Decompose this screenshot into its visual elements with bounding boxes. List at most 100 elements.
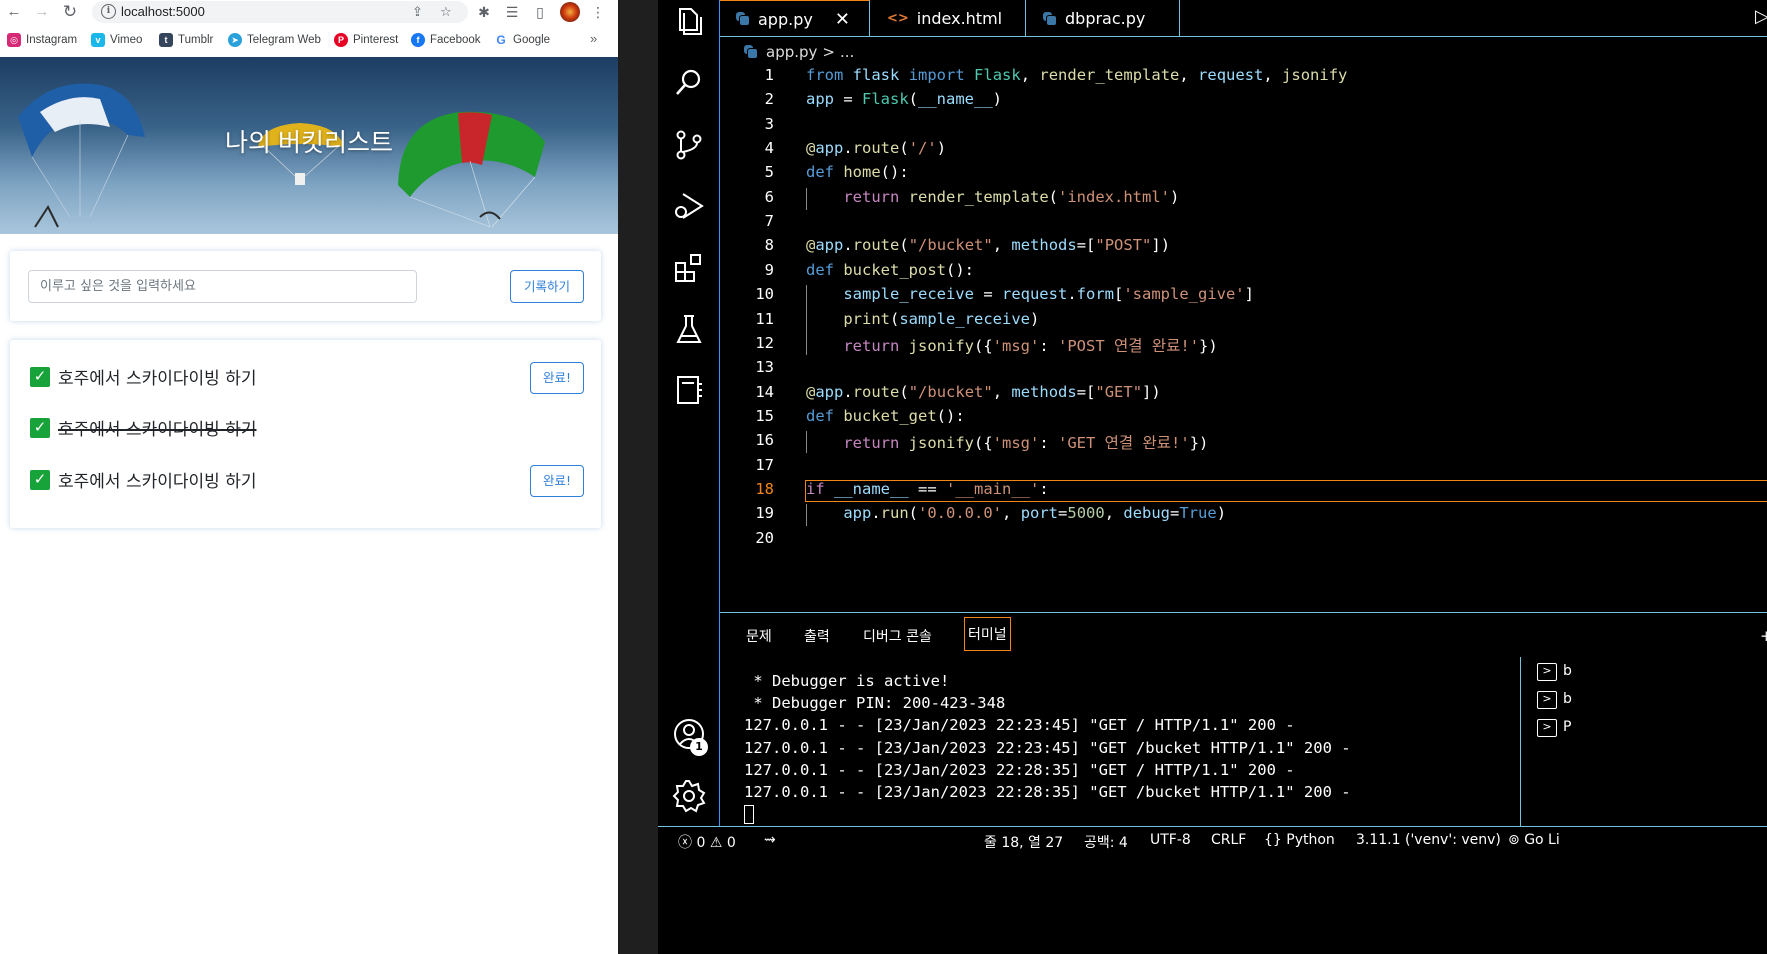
problems-status[interactable]: ⓧ 0 ⚠ 0 bbox=[678, 832, 736, 852]
line-number: 17 bbox=[755, 455, 774, 474]
code-line[interactable]: return jsonify({'msg': 'GET 연결 완료!'}) bbox=[806, 431, 1208, 453]
breadcrumb-file[interactable]: app.py bbox=[766, 43, 817, 61]
search-icon[interactable] bbox=[671, 65, 707, 101]
code-line[interactable]: return jsonify({'msg': 'POST 연결 완료!'}) bbox=[806, 334, 1217, 356]
code-line[interactable]: app = Flask(__name__) bbox=[806, 90, 1002, 108]
terminal-line: 127.0.0.1 - - [23/Jan/2023 22:23:45] "GE… bbox=[744, 738, 1351, 757]
terminal-instance-label[interactable]: b bbox=[1563, 691, 1572, 707]
bucket-form-card: 기록하기 bbox=[10, 251, 601, 321]
python-interpreter[interactable]: 3.11.1 ('venv': venv) bbox=[1356, 832, 1501, 848]
save-button[interactable]: 기록하기 bbox=[510, 270, 584, 303]
done-button[interactable]: 완료! bbox=[530, 465, 584, 497]
accounts-badge: 1 bbox=[690, 738, 708, 756]
bookmark-star-icon[interactable]: ☆ bbox=[440, 4, 452, 20]
code-line[interactable]: @app.route('/') bbox=[806, 139, 946, 157]
vimeo-icon: v bbox=[91, 33, 105, 47]
tab-problems[interactable]: 문제 bbox=[746, 626, 772, 646]
list-item: ✓ 호주에서 스카이다이빙 하기 완료! bbox=[30, 461, 590, 501]
terminal-instance-icon[interactable]: > bbox=[1537, 663, 1557, 681]
go-live-button[interactable]: ⊚ Go Li bbox=[1508, 832, 1560, 848]
line-number: 5 bbox=[764, 163, 774, 182]
bookmark-facebook[interactable]: f Facebook bbox=[411, 31, 481, 49]
terminal-instance-icon[interactable]: > bbox=[1537, 719, 1557, 737]
tab-index-html[interactable]: <> index.html bbox=[871, 0, 1026, 37]
terminal-instance-label[interactable]: P bbox=[1563, 719, 1571, 735]
bookmark-tumblr[interactable]: t Tumblr bbox=[159, 31, 213, 49]
code-line[interactable]: app.run('0.0.0.0', port=5000, debug=True… bbox=[806, 504, 1226, 522]
code-line[interactable]: def home(): bbox=[806, 163, 909, 181]
notebook-icon[interactable] bbox=[671, 372, 707, 408]
breadcrumb-symbol[interactable]: ... bbox=[840, 43, 854, 61]
breadcrumb: app.py > ... bbox=[744, 41, 854, 63]
extensions-icon[interactable]: ✱ bbox=[474, 2, 494, 22]
line-number: 9 bbox=[764, 260, 774, 279]
terminal-output[interactable]: * Debugger is active! * Debugger PIN: 20… bbox=[744, 670, 1351, 825]
code-line[interactable]: return render_template('index.html') bbox=[806, 188, 1179, 206]
tab-output[interactable]: 출력 bbox=[804, 626, 830, 646]
settings-gear-icon[interactable] bbox=[671, 778, 707, 814]
url-text[interactable]: localhost:5000 bbox=[121, 4, 205, 19]
bookmark-telegram[interactable]: ➤ Telegram Web bbox=[228, 31, 321, 49]
code-line[interactable]: def bucket_post(): bbox=[806, 261, 974, 279]
indentation-status[interactable]: 공백: 4 bbox=[1084, 832, 1128, 852]
bookmark-pinterest[interactable]: P Pinterest bbox=[334, 31, 398, 49]
bookmark-google[interactable]: G Google bbox=[494, 31, 550, 49]
code-line[interactable]: from flask import Flask, render_template… bbox=[806, 66, 1347, 84]
explorer-icon[interactable] bbox=[671, 3, 707, 39]
code-line[interactable]: @app.route("/bucket", methods=["POST"]) bbox=[806, 236, 1170, 254]
terminal-instance-label[interactable]: b bbox=[1563, 663, 1572, 679]
run-debug-icon[interactable] bbox=[671, 188, 707, 224]
line-number: 16 bbox=[755, 431, 774, 450]
chevron-double-right-icon[interactable]: » bbox=[590, 31, 597, 46]
vscode-window: 1 app.py ✕ <> index.html dbprac.py ▷ app… bbox=[658, 0, 1767, 954]
tab-terminal[interactable]: 터미널 bbox=[964, 617, 1011, 651]
line-number: 18 bbox=[755, 479, 774, 498]
profile-avatar[interactable] bbox=[560, 2, 580, 22]
code-editor[interactable]: 1 2 3 4 5 6 7 8 9 10 11 12 13 14 15 16 17 18 19 20 from fla… bbox=[720, 64, 1767, 612]
line-number: 6 bbox=[764, 187, 774, 206]
extensions-icon[interactable] bbox=[671, 250, 707, 286]
menu-kebab-icon[interactable]: ⋮ bbox=[588, 2, 608, 22]
side-panel-icon[interactable]: ▯ bbox=[530, 2, 550, 22]
eol-status[interactable]: CRLF bbox=[1211, 832, 1246, 848]
live-share-icon[interactable]: ⇝ bbox=[764, 832, 776, 848]
cursor-position[interactable]: 줄 18, 열 27 bbox=[984, 832, 1063, 852]
terminal-instance-icon[interactable]: > bbox=[1537, 691, 1557, 709]
forward-icon[interactable]: → bbox=[32, 2, 52, 22]
warning-icon: ⚠ bbox=[709, 835, 723, 851]
line-number: 7 bbox=[764, 212, 774, 231]
reload-icon[interactable]: ↻ bbox=[60, 2, 80, 22]
back-icon[interactable]: ← bbox=[4, 2, 24, 22]
bucket-input[interactable] bbox=[28, 270, 417, 303]
checkmark-icon: ✓ bbox=[30, 470, 50, 490]
share-icon[interactable]: ⇪ bbox=[412, 4, 423, 20]
encoding-status[interactable]: UTF-8 bbox=[1150, 832, 1191, 848]
broadcast-icon: ⊚ bbox=[1508, 832, 1520, 848]
list-item: ✓ 호주에서 스카이다이빙 하기 bbox=[30, 409, 590, 449]
code-line[interactable]: if __name__ == '__main__': bbox=[806, 480, 1049, 498]
tab-debug-console[interactable]: 디버그 콘솔 bbox=[863, 626, 932, 646]
site-info-icon[interactable]: i bbox=[101, 4, 116, 19]
bucket-list-card: ✓ 호주에서 스카이다이빙 하기 완료! ✓ 호주에서 스카이다이빙 하기 ✓ … bbox=[10, 340, 601, 528]
line-number: 15 bbox=[755, 406, 774, 425]
language-mode[interactable]: {} Python bbox=[1264, 832, 1335, 848]
window-gap bbox=[618, 0, 658, 954]
done-button[interactable]: 완료! bbox=[530, 362, 584, 394]
source-control-icon[interactable] bbox=[671, 127, 707, 163]
python-icon bbox=[736, 12, 750, 26]
code-line[interactable]: sample_receive = request.form['sample_gi… bbox=[806, 285, 1254, 303]
close-icon[interactable]: ✕ bbox=[835, 9, 850, 30]
address-bar[interactable]: i localhost:5000 ⇪ ☆ bbox=[92, 1, 468, 23]
testing-flask-icon[interactable] bbox=[671, 311, 707, 347]
bookmark-vimeo[interactable]: v Vimeo bbox=[91, 31, 142, 49]
list-item: ✓ 호주에서 스카이다이빙 하기 완료! bbox=[30, 358, 590, 398]
reading-list-icon[interactable]: ☰ bbox=[502, 2, 522, 22]
code-line[interactable]: @app.route("/bucket", methods=["GET"]) bbox=[806, 383, 1161, 401]
code-line[interactable]: print(sample_receive) bbox=[806, 310, 1039, 328]
bookmark-instagram[interactable]: ◎ Instagram bbox=[7, 31, 77, 49]
tab-dbprac-py[interactable]: dbprac.py bbox=[1027, 0, 1180, 37]
code-line[interactable]: def bucket_get(): bbox=[806, 407, 965, 425]
add-terminal-icon[interactable]: + bbox=[1760, 627, 1767, 645]
tab-app-py[interactable]: app.py ✕ bbox=[720, 0, 870, 37]
run-icon[interactable]: ▷ bbox=[1755, 6, 1767, 27]
